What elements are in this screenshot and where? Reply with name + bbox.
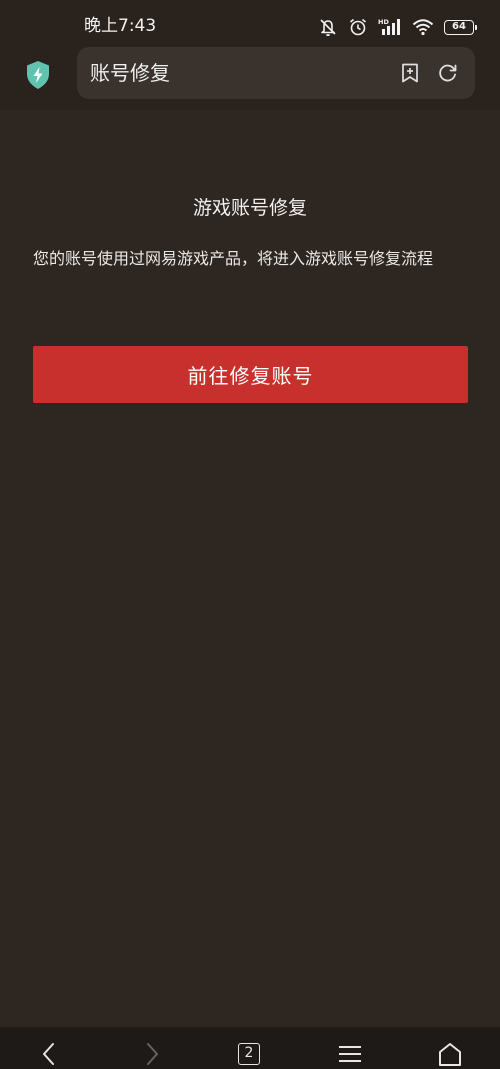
battery-level: 64 (452, 21, 466, 32)
browser-toolbar: 账号修复 (0, 44, 500, 110)
browser-screen: 晚上7:43 HD 64 账号修复 游戏账号修复 您的账号使用过网易游戏产品，将… (0, 0, 500, 1069)
menu-icon[interactable] (337, 1041, 363, 1067)
page-description: 您的账号使用过网易游戏产品，将进入游戏账号修复流程 (33, 249, 434, 268)
bottom-navigation: 2 (0, 1027, 500, 1069)
forward-icon[interactable] (138, 1041, 164, 1067)
shield-bolt-icon[interactable] (24, 60, 52, 90)
page-title: 游戏账号修复 (192, 197, 307, 219)
back-icon[interactable] (37, 1041, 63, 1067)
home-icon[interactable] (437, 1041, 463, 1067)
wifi-icon (412, 18, 434, 36)
address-bar-title: 账号修复 (90, 61, 170, 85)
cell-signal-icon: HD (378, 17, 402, 37)
battery-icon: 64 (444, 19, 477, 35)
refresh-icon[interactable] (437, 62, 459, 84)
tabs-icon[interactable]: 2 (238, 1043, 260, 1065)
status-bar: 晚上7:43 HD 64 (0, 0, 500, 44)
status-icons: HD 64 (318, 16, 477, 38)
hd-label: HD (378, 18, 389, 26)
address-bar[interactable]: 账号修复 (77, 47, 475, 99)
mute-icon (318, 17, 338, 37)
alarm-icon (348, 17, 368, 37)
bookmark-add-icon[interactable] (399, 62, 421, 84)
go-repair-account-button[interactable]: 前往修复账号 (33, 346, 468, 403)
status-time: 晚上7:43 (84, 16, 157, 36)
